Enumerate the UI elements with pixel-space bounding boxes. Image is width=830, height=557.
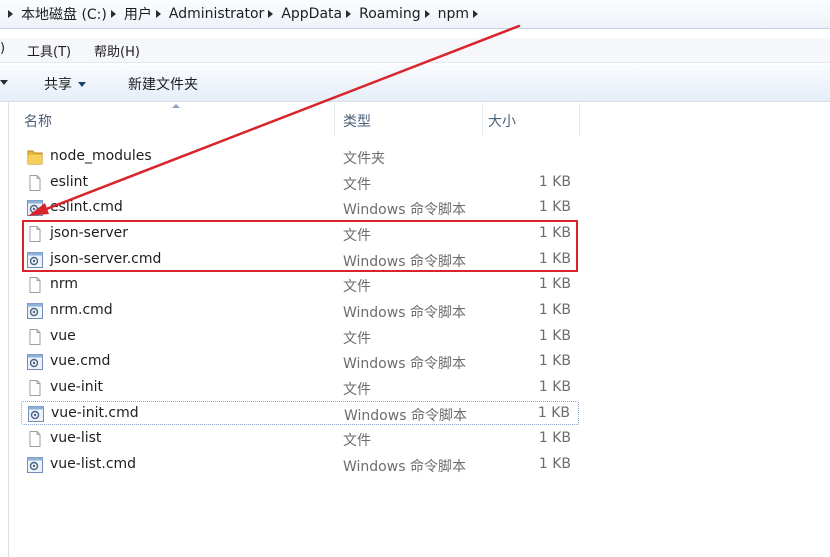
breadcrumb-local-disk[interactable]: 本地磁盘 (C:) [21, 4, 107, 24]
file-row[interactable]: eslint 文件 1 KB [21, 171, 579, 195]
file-name: vue-list.cmd [50, 456, 137, 472]
file-type: Windows 命令脚本 [344, 408, 467, 424]
new-folder-button-label: 新建文件夹 [128, 77, 198, 93]
file-type: 文件 [343, 177, 371, 193]
file-icon [26, 174, 44, 192]
file-name: eslint.cmd [50, 199, 123, 215]
breadcrumb-separator-icon[interactable] [8, 10, 13, 18]
file-name: vue [50, 328, 76, 344]
file-row[interactable]: vue.cmd Windows 命令脚本 1 KB [21, 350, 579, 374]
file-name: node_modules [50, 148, 152, 164]
file-size: 1 KB [538, 302, 571, 318]
command-bar: 共享 新建文件夹 [0, 65, 830, 102]
file-size: 1 KB [538, 328, 571, 344]
column-header-size-label: 大小 [488, 114, 516, 130]
breadcrumb-npm[interactable]: npm [438, 6, 469, 22]
file-type: 文件 [343, 433, 371, 449]
file-type: 文件 [343, 279, 371, 295]
column-header-type-label: 类型 [343, 114, 371, 130]
file-row[interactable]: nrm 文件 1 KB [21, 273, 579, 297]
column-header-type[interactable]: 类型 [335, 103, 482, 136]
breadcrumb-separator-icon[interactable] [110, 10, 116, 18]
file-size: 1 KB [538, 199, 571, 215]
file-row-focused[interactable]: vue-init.cmd Windows 命令脚本 1 KB [21, 401, 579, 425]
folder-icon [26, 148, 44, 166]
file-row[interactable]: vue-list 文件 1 KB [21, 427, 579, 451]
file-type: 文件夹 [343, 151, 385, 167]
file-icon [26, 328, 44, 346]
file-row[interactable]: node_modules 文件夹 [21, 145, 579, 169]
cmd-script-icon [26, 353, 44, 371]
file-icon [26, 430, 44, 448]
share-button[interactable]: 共享 [44, 74, 86, 94]
file-size: 1 KB [538, 430, 571, 446]
column-header-size[interactable]: 大小 [483, 103, 579, 136]
breadcrumb-roaming[interactable]: Roaming [359, 6, 421, 22]
file-name: vue-init.cmd [51, 405, 139, 421]
file-icon [26, 276, 44, 294]
file-row[interactable]: vue-init 文件 1 KB [21, 376, 579, 400]
breadcrumb-separator-icon[interactable] [473, 10, 479, 18]
menu-item-tools[interactable]: 工具(T) [27, 41, 71, 60]
file-row[interactable]: vue 文件 1 KB [21, 325, 579, 349]
cmd-script-icon [26, 302, 44, 320]
cmd-script-icon [27, 405, 45, 423]
address-bar[interactable]: 本地磁盘 (C:) 用户 Administrator AppData Roami… [0, 0, 830, 29]
file-name: vue-init [50, 379, 103, 395]
file-size: 1 KB [538, 456, 571, 472]
column-divider[interactable] [579, 103, 580, 136]
cmd-script-icon [26, 199, 44, 217]
file-size: 1 KB [538, 276, 571, 292]
share-button-label: 共享 [44, 77, 72, 93]
breadcrumb-separator-icon[interactable] [346, 10, 352, 18]
breadcrumb-separator-icon[interactable] [424, 10, 430, 18]
breadcrumb-separator-icon[interactable] [155, 10, 161, 18]
cmd-script-icon [26, 456, 44, 474]
column-header-name-label: 名称 [24, 114, 52, 130]
file-name: vue-list [50, 430, 102, 446]
file-size: 1 KB [538, 174, 571, 190]
file-type: Windows 命令脚本 [343, 459, 466, 475]
file-name: nrm.cmd [50, 302, 113, 318]
breadcrumb-appdata[interactable]: AppData [281, 6, 342, 22]
menu-bar: ) 工具(T) 帮助(H) [0, 38, 830, 63]
breadcrumb: 本地磁盘 (C:) 用户 Administrator AppData Roami… [4, 4, 486, 24]
file-type: 文件 [343, 331, 371, 347]
file-type: Windows 命令脚本 [343, 356, 466, 372]
file-size: 1 KB [537, 405, 570, 421]
file-row[interactable]: nrm.cmd Windows 命令脚本 1 KB [21, 299, 579, 323]
file-row[interactable]: eslint.cmd Windows 命令脚本 1 KB [21, 196, 579, 220]
breadcrumb-users[interactable]: 用户 [124, 4, 152, 24]
file-type: Windows 命令脚本 [343, 305, 466, 321]
menu-item-cut-off[interactable]: ) [0, 41, 5, 56]
breadcrumb-administrator[interactable]: Administrator [169, 6, 264, 22]
file-name: eslint [50, 174, 89, 190]
file-icon [26, 379, 44, 397]
annotation-highlight-box [22, 220, 578, 272]
breadcrumb-separator-icon[interactable] [268, 10, 274, 18]
chevron-down-icon [78, 81, 86, 87]
file-size: 1 KB [538, 379, 571, 395]
sort-ascending-icon [172, 104, 180, 108]
file-name: nrm [50, 276, 79, 292]
file-name: vue.cmd [50, 353, 111, 369]
menu-item-help[interactable]: 帮助(H) [94, 41, 140, 60]
file-size: 1 KB [538, 353, 571, 369]
navigation-pane-divider[interactable] [8, 102, 9, 557]
new-folder-button[interactable]: 新建文件夹 [128, 74, 198, 94]
file-type: Windows 命令脚本 [343, 202, 466, 218]
organize-dropdown-icon[interactable] [0, 80, 8, 85]
file-type: 文件 [343, 382, 371, 398]
file-row[interactable]: vue-list.cmd Windows 命令脚本 1 KB [21, 453, 579, 477]
